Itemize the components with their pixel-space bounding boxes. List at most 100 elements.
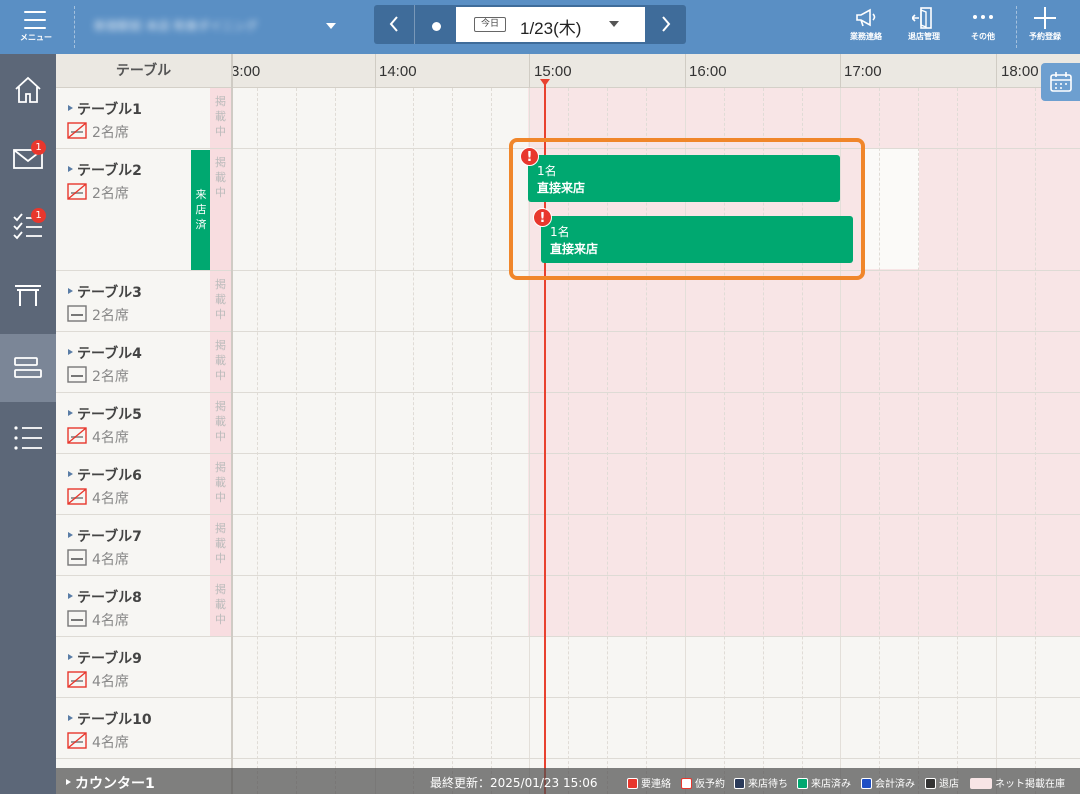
sidebar-item-timeline[interactable] [0,334,56,402]
time-label: 17:00 [844,63,882,80]
expand-icon [68,166,73,172]
date-navigator: 今日 1/23(木) [374,5,686,44]
list-icon [14,426,42,450]
sidebar: 1 1 [0,54,56,794]
prev-day-button[interactable] [374,5,414,44]
today-badge[interactable]: 今日 [474,17,507,32]
expand-icon [68,654,73,660]
seat-count: 2名席 [92,308,129,324]
table-name: テーブル7 [77,529,142,545]
seat-count: 2名席 [92,125,129,141]
chevron-left-icon [389,16,398,32]
table-name: テーブル8 [77,590,142,606]
smoking-icon [67,610,87,627]
no-smoking-icon [67,427,87,444]
no-smoking-icon [67,122,87,139]
top-bar: メニュー 新宿駅前 本店 和食ダイニング 今日 1/23(木) 業務連絡 退店管… [0,0,1080,54]
listed-tag: 掲載中 [210,332,231,392]
sidebar-item-home[interactable] [0,56,56,124]
row-label[interactable]: テーブル6 4名席 掲載中 [56,454,231,514]
action-label: 退店管理 [908,32,940,41]
expand-icon [68,105,73,111]
menu-button[interactable]: メニュー [0,0,72,54]
last-updated: 最終更新：2025/01/23 15:06 [430,776,598,790]
table-row[interactable]: テーブル5 4名席 掲載中 [56,393,1080,454]
no-smoking-icon [67,732,87,749]
exit-door-icon [912,7,932,29]
more-dots-icon [973,15,993,19]
table-row[interactable]: テーブル6 4名席 掲載中 [56,454,1080,515]
date-picker[interactable]: 今日 1/23(木) [456,7,645,42]
listed-tag: 掲載中 [210,515,231,575]
action-label: その他 [971,32,995,41]
expand-icon [68,410,73,416]
megaphone-icon [856,8,876,27]
row-label[interactable]: テーブル3 2名席 掲載中 [56,271,231,331]
expand-icon [66,779,71,785]
seat-count: 2名席 [92,186,129,202]
listed-tag: 掲載中 [210,271,231,331]
store-name[interactable]: 新宿駅前 本店 和食ダイニング [94,17,334,37]
expand-icon [68,288,73,294]
next-day-button[interactable] [646,5,686,44]
no-smoking-icon [67,183,87,200]
time-label: 16:00 [689,63,727,80]
table-row[interactable]: テーブル9 4名席 [56,637,1080,698]
table-icon [15,285,41,306]
table-row[interactable]: テーブル3 2名席 掲載中 [56,271,1080,332]
table-row[interactable]: テーブル7 4名席 掲載中 [56,515,1080,576]
expand-icon [68,471,73,477]
more-button[interactable]: その他 [953,0,1013,54]
dot-icon [431,22,441,31]
smoking-icon [67,549,87,566]
listed-tag: 掲載中 [210,149,231,270]
row-label[interactable]: テーブル8 4名席 掲載中 [56,576,231,636]
action-label: 業務連絡 [850,32,882,41]
no-smoking-icon [67,488,87,505]
time-label: 18:00 [1001,63,1039,80]
table-column-header: テーブル [56,54,231,88]
legend-item: ネット掲載在庫 [970,775,1065,790]
row-label[interactable]: テーブル7 4名席 掲載中 [56,515,231,575]
table-row[interactable]: テーブル10 4名席 [56,698,1080,759]
exit-management-button[interactable]: 退店管理 [894,0,954,54]
checklist-badge: 1 [31,208,46,223]
expand-icon [68,349,73,355]
hamburger-icon [24,11,46,29]
current-date: 1/23(木) [520,19,582,38]
store-dropdown-icon[interactable] [326,23,336,29]
row-label[interactable]: テーブル4 2名席 掲載中 [56,332,231,392]
expand-icon [68,532,73,538]
table-row[interactable]: テーブル4 2名席 掲載中 [56,332,1080,393]
sidebar-item-checklist[interactable]: 1 [0,192,56,260]
smoking-icon [67,305,87,322]
sidebar-item-table[interactable] [0,260,56,328]
row-label[interactable]: テーブル2 2名席 来店済 掲載中 [56,149,231,270]
calendar-button[interactable] [1041,63,1080,101]
date-dropdown-icon[interactable] [609,21,619,27]
plus-icon [1034,7,1056,29]
legend-item: 仮予約 [681,775,725,790]
smoking-icon [67,366,87,383]
row-label[interactable]: テーブル10 4名席 [56,698,231,758]
business-notice-button[interactable]: 業務連絡 [836,0,896,54]
divider [74,6,75,48]
row-label[interactable]: テーブル9 4名席 [56,637,231,697]
sidebar-item-list[interactable] [0,404,56,472]
seat-count: 4名席 [92,735,129,751]
mail-badge: 1 [31,140,46,155]
table-name: テーブル3 [77,285,142,301]
add-reservation-button[interactable]: 予約登録 [1015,0,1075,54]
table-name: テーブル9 [77,651,142,667]
row-label[interactable]: テーブル1 2名席 掲載中 [56,88,231,148]
calendar-icon [1050,72,1072,92]
listed-tag: 掲載中 [210,454,231,514]
table-row[interactable]: テーブル8 4名席 掲載中 [56,576,1080,637]
current-time-button[interactable] [416,5,456,44]
row-label[interactable]: テーブル5 4名席 掲載中 [56,393,231,453]
sidebar-item-mail[interactable]: 1 [0,124,56,192]
expand-icon [68,715,73,721]
table-row-partial[interactable]: カウンター1 [66,773,155,793]
time-label: 14:00 [379,63,417,80]
time-label: 3:00 [231,63,261,80]
